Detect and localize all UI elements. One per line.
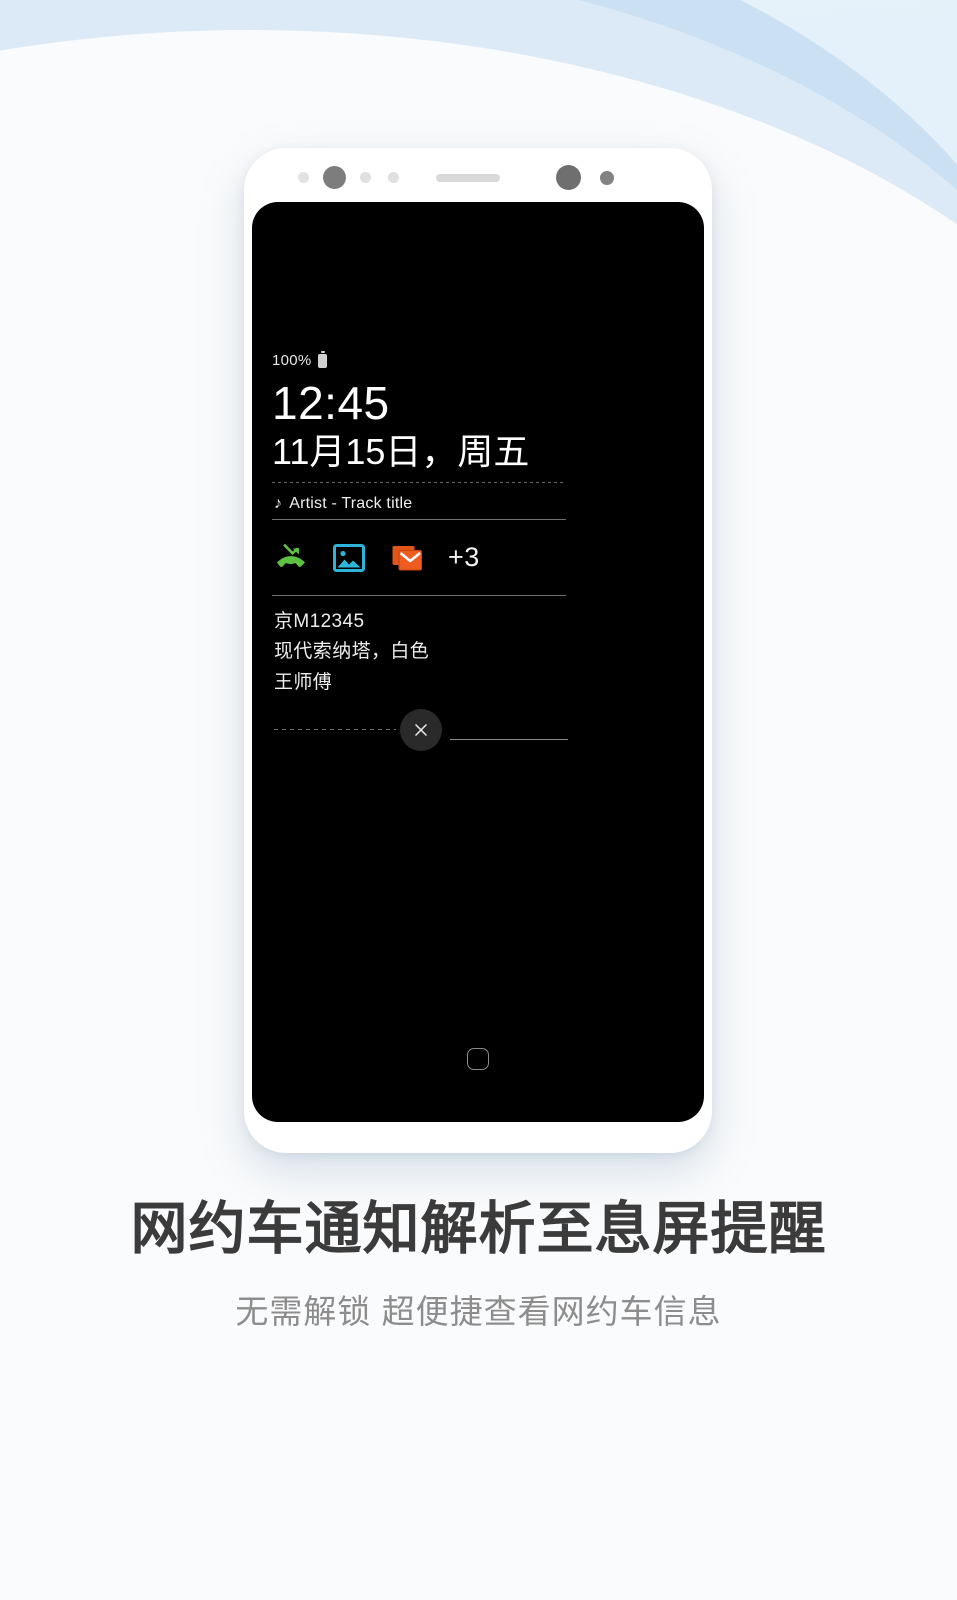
gallery-image-icon[interactable] <box>332 541 366 575</box>
divider-above-music <box>272 481 566 483</box>
ride-dismiss-row <box>272 703 584 755</box>
music-now-playing[interactable]: ♪ Artist - Track title <box>272 490 584 519</box>
music-note-icon: ♪ <box>274 494 283 512</box>
iris-sensor-icon <box>388 172 399 183</box>
notification-overflow-count[interactable]: +3 <box>448 544 480 571</box>
ride-info-block: 京M12345 现代索纳塔，白色 王师傅 <box>272 596 584 699</box>
phone-top-bezel <box>244 148 712 204</box>
close-x-icon[interactable] <box>400 708 442 751</box>
email-icon[interactable] <box>390 541 424 575</box>
proximity-sensor-icon <box>298 172 309 183</box>
home-button-outline[interactable] <box>467 1048 489 1070</box>
earpiece-speaker-icon <box>436 174 500 182</box>
battery-full-icon <box>317 351 327 368</box>
ride-driver-label: 王师傅 <box>274 672 333 694</box>
phone-screen: 100% 12:45 11月15日，周五 ♪ Artist - Track ti… <box>252 202 704 1122</box>
light-sensor-icon <box>360 172 371 183</box>
aod-clock: 12:45 <box>272 377 390 429</box>
battery-percent-label: 100% <box>272 352 312 369</box>
promo-caption: 网约车通知解析至息屏提醒 无需解锁 超便捷查看网约车信息 <box>0 1196 957 1333</box>
promo-screenshot: 100% 12:45 11月15日，周五 ♪ Artist - Track ti… <box>0 0 957 1600</box>
music-track-label: Artist - Track title <box>289 494 413 512</box>
caption-subline: 无需解锁 超便捷查看网约车信息 <box>235 1293 722 1331</box>
dismiss-dashed-line <box>274 728 396 730</box>
dismiss-solid-line <box>450 738 568 740</box>
phone-mockup: 100% 12:45 11月15日，周五 ♪ Artist - Track ti… <box>244 148 712 1153</box>
missed-call-icon[interactable] <box>274 541 308 575</box>
led-indicator-icon <box>600 171 614 185</box>
ride-plate-label: 京M12345 <box>274 610 365 632</box>
aod-date: 11月15日，周五 <box>272 430 530 472</box>
ride-vehicle-label: 现代索纳塔，白色 <box>274 641 430 663</box>
always-on-display: 100% 12:45 11月15日，周五 ♪ Artist - Track ti… <box>272 351 584 755</box>
selfie-camera-icon <box>556 165 581 190</box>
front-camera-icon <box>323 166 346 189</box>
notification-icon-row: +3 <box>272 520 584 595</box>
battery-status: 100% <box>272 351 584 369</box>
caption-headline: 网约车通知解析至息屏提醒 <box>130 1197 827 1261</box>
